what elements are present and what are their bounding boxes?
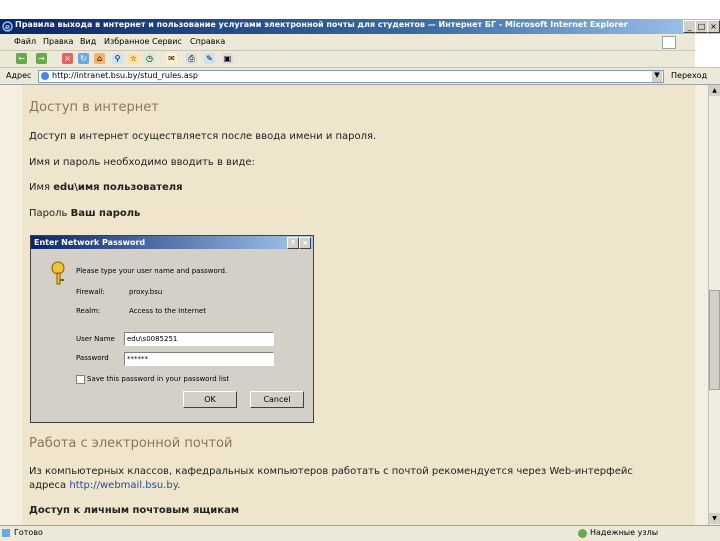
key-icon bbox=[51, 261, 65, 285]
dialog-close-button[interactable]: × bbox=[299, 237, 311, 249]
scroll-up-icon[interactable]: ▲ bbox=[709, 85, 720, 96]
refresh-icon[interactable]: ↻ bbox=[78, 53, 89, 64]
paragraph-email: Из компьютерных классов, кафедральных ко… bbox=[29, 466, 633, 477]
password-label: Password bbox=[76, 354, 109, 362]
paragraph-webmail: адреса http://webmail.bsu.by. bbox=[29, 480, 181, 491]
left-margin bbox=[0, 85, 22, 525]
heading-internet-access: Доступ в интернет bbox=[29, 100, 159, 115]
menu-file[interactable]: Файл bbox=[14, 37, 36, 46]
stop-icon[interactable]: × bbox=[62, 53, 73, 64]
password-input[interactable]: ****** bbox=[124, 352, 274, 366]
dialog-title: Enter Network Password bbox=[34, 238, 146, 247]
paragraph-format: Имя и пароль необходимо вводить в виде: bbox=[29, 157, 255, 168]
history-icon[interactable]: ◷ bbox=[144, 53, 155, 64]
enter-network-password-dialog: Enter Network Password ? × Please type y… bbox=[30, 235, 314, 423]
paragraph-access: Доступ в интернет осуществляется после в… bbox=[29, 131, 377, 142]
print-icon[interactable]: ⎙ bbox=[186, 53, 197, 64]
password-format-line: Пароль Ваш пароль bbox=[29, 208, 141, 219]
toolbar-extension-icon[interactable] bbox=[662, 36, 676, 49]
edit-icon[interactable]: ✎ bbox=[204, 53, 215, 64]
menu-edit[interactable]: Правка bbox=[43, 37, 73, 46]
search-icon[interactable]: ⚲ bbox=[112, 53, 123, 64]
page-icon bbox=[41, 72, 49, 80]
favorites-icon[interactable]: ☆ bbox=[128, 53, 139, 64]
scroll-thumb[interactable] bbox=[709, 290, 720, 390]
realm-label: Realm: bbox=[76, 307, 101, 315]
menu-tools[interactable]: Сервис bbox=[152, 37, 182, 46]
ie-logo-icon: e bbox=[2, 21, 13, 32]
status-bar: Готово Надежные узлы bbox=[0, 525, 720, 541]
save-password-label: Save this password in your password list bbox=[87, 375, 230, 383]
heading-mailboxes: Доступ к личным почтовым ящикам bbox=[29, 505, 240, 516]
realm-value: Access to the Internet bbox=[129, 307, 206, 315]
heading-email: Работа с электронной почтой bbox=[29, 436, 233, 451]
security-zone: Надежные узлы bbox=[590, 528, 659, 537]
menu-help[interactable]: Справка bbox=[190, 37, 225, 46]
page-status-icon bbox=[2, 529, 10, 537]
go-button[interactable]: Переход bbox=[671, 71, 707, 80]
address-bar: Адрес http://intranet.bsu.by/stud_rules.… bbox=[0, 68, 720, 85]
svg-text:e: e bbox=[5, 23, 10, 32]
forward-icon[interactable]: → bbox=[36, 53, 47, 64]
menu-view[interactable]: Вид bbox=[80, 37, 96, 46]
scroll-down-icon[interactable]: ▼ bbox=[709, 513, 720, 524]
title-bar: e Правила выхода в интернет и пользовани… bbox=[0, 19, 720, 34]
ok-button[interactable]: OK bbox=[183, 391, 237, 408]
home-icon[interactable]: ⌂ bbox=[94, 53, 105, 64]
address-url: http://intranet.bsu.by/stud_rules.asp bbox=[52, 71, 198, 80]
standard-toolbar: ← → × ↻ ⌂ ⚲ ☆ ◷ ✉ ⎙ ✎ ▣ bbox=[0, 34, 720, 68]
trusted-zone-icon bbox=[578, 529, 587, 538]
firewall-value: proxy.bsu bbox=[129, 288, 163, 296]
save-password-checkbox[interactable] bbox=[76, 375, 85, 384]
vertical-scrollbar[interactable]: ▲ ▼ bbox=[708, 85, 720, 525]
dialog-title-bar: Enter Network Password ? × bbox=[31, 236, 313, 249]
address-label: Адрес bbox=[6, 71, 32, 80]
status-text: Готово bbox=[14, 528, 43, 537]
dialog-help-button[interactable]: ? bbox=[287, 237, 299, 249]
chevron-down-icon[interactable]: ▼ bbox=[652, 71, 662, 82]
username-label: User Name bbox=[76, 335, 115, 343]
discuss-icon[interactable]: ▣ bbox=[222, 53, 233, 64]
window-title: Правила выхода в интернет и пользование … bbox=[15, 20, 628, 29]
firewall-label: Firewall: bbox=[76, 288, 105, 296]
menu-bar: Файл Правка Вид Избранное Сервис Справка bbox=[0, 34, 720, 51]
brand-panel bbox=[695, 34, 720, 67]
right-margin bbox=[695, 85, 708, 525]
dialog-prompt: Please type your user name and password. bbox=[76, 267, 228, 275]
close-button[interactable]: × bbox=[707, 20, 720, 33]
username-input[interactable]: edu\s0085251 bbox=[124, 332, 274, 346]
webmail-link[interactable]: http://webmail.bsu.by bbox=[69, 480, 177, 491]
menu-favorites[interactable]: Избранное bbox=[104, 37, 149, 46]
mail-icon[interactable]: ✉ bbox=[166, 53, 177, 64]
back-icon[interactable]: ← bbox=[16, 53, 27, 64]
address-input[interactable]: http://intranet.bsu.by/stud_rules.asp ▼ bbox=[38, 70, 664, 83]
name-format-line: Имя edu\имя пользователя bbox=[29, 182, 183, 193]
cancel-button[interactable]: Cancel bbox=[250, 391, 304, 408]
